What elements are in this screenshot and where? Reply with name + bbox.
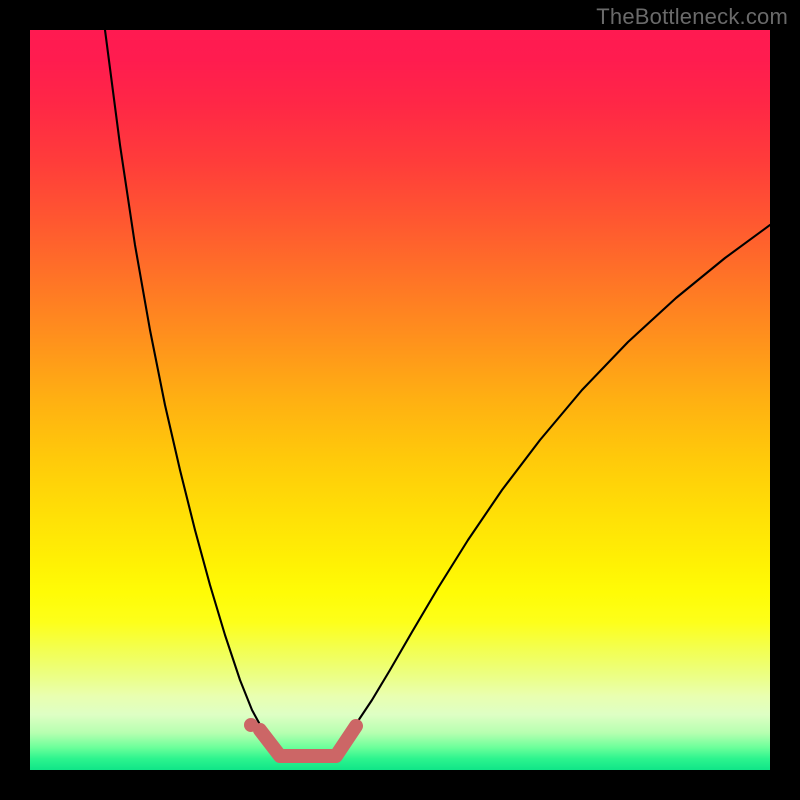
plot-area [30,30,770,770]
highlight-dot-icon [244,718,258,732]
watermark-text: TheBottleneck.com [596,4,788,30]
curve-right [330,225,770,756]
chart-frame: TheBottleneck.com [0,0,800,800]
highlight-flat-band [274,749,342,763]
curve-left [105,30,286,756]
curve-layer [30,30,770,770]
